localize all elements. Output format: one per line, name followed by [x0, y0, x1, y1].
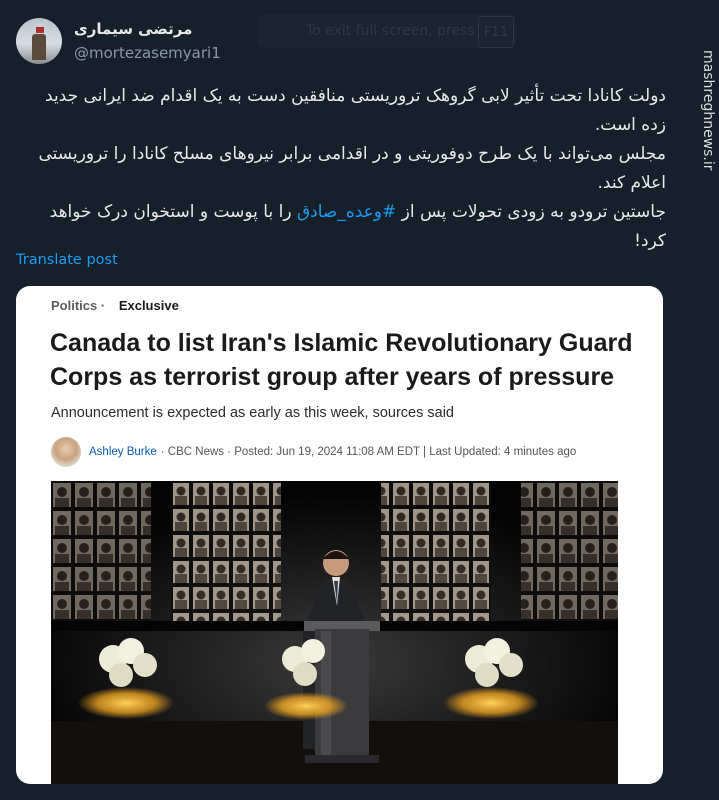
tweet-text-line: مجلس می‌تواند با یک طرح دوفوریتی و در اق…: [38, 144, 667, 193]
tweet-text: دولت کانادا تحت تأثیر لابی گروهک تروریست…: [16, 82, 667, 256]
user-display-name[interactable]: مرتضی سیماری: [74, 20, 192, 38]
tweet: مرتضی سیماری @mortezasemyari1 To exit fu…: [0, 0, 680, 800]
article-photo: [51, 481, 618, 784]
article-screenshot-image[interactable]: Politics · Exclusive Canada to list Iran…: [16, 286, 663, 784]
memorial-stage-photo: [51, 481, 618, 784]
hashtag-link[interactable]: #وعده_صادق: [297, 202, 396, 222]
watermark-text: mashreghnews.ir: [700, 50, 716, 171]
tag-separator: ·: [97, 298, 109, 313]
article-tags: Politics · Exclusive: [51, 298, 179, 313]
watermark: mashreghnews.ir: [700, 50, 716, 171]
flag-graphic: [36, 27, 44, 33]
user-avatar[interactable]: [16, 18, 62, 64]
article-headline: Canada to list Iran's Islamic Revolution…: [50, 329, 633, 391]
author-avatar: [51, 437, 81, 467]
building-graphic: [32, 34, 46, 60]
author-name: Ashley Burke: [89, 446, 157, 458]
tweet-text-line: دولت کانادا تحت تأثیر لابی گروهک تروریست…: [45, 86, 666, 135]
tweet-text-segment: جاستین ترودو به زودی تحولات پس از: [401, 202, 666, 222]
fullscreen-key-hint: F11: [478, 16, 514, 48]
tweet-text-line: جاستین ترودو به زودی تحولات پس از #وعده_…: [16, 198, 666, 256]
article-byline: Ashley Burke · CBC News · Posted: Jun 19…: [51, 436, 576, 468]
translate-post-link[interactable]: Translate post: [16, 252, 118, 268]
user-handle[interactable]: @mortezasemyari1: [74, 44, 221, 62]
byline-details: · CBC News · Posted: Jun 19, 2024 11:08 …: [160, 446, 577, 458]
article-section: Politics: [51, 298, 98, 313]
article-label: Exclusive: [118, 298, 179, 313]
article-deck: Announcement is expected as early as thi…: [51, 405, 454, 421]
